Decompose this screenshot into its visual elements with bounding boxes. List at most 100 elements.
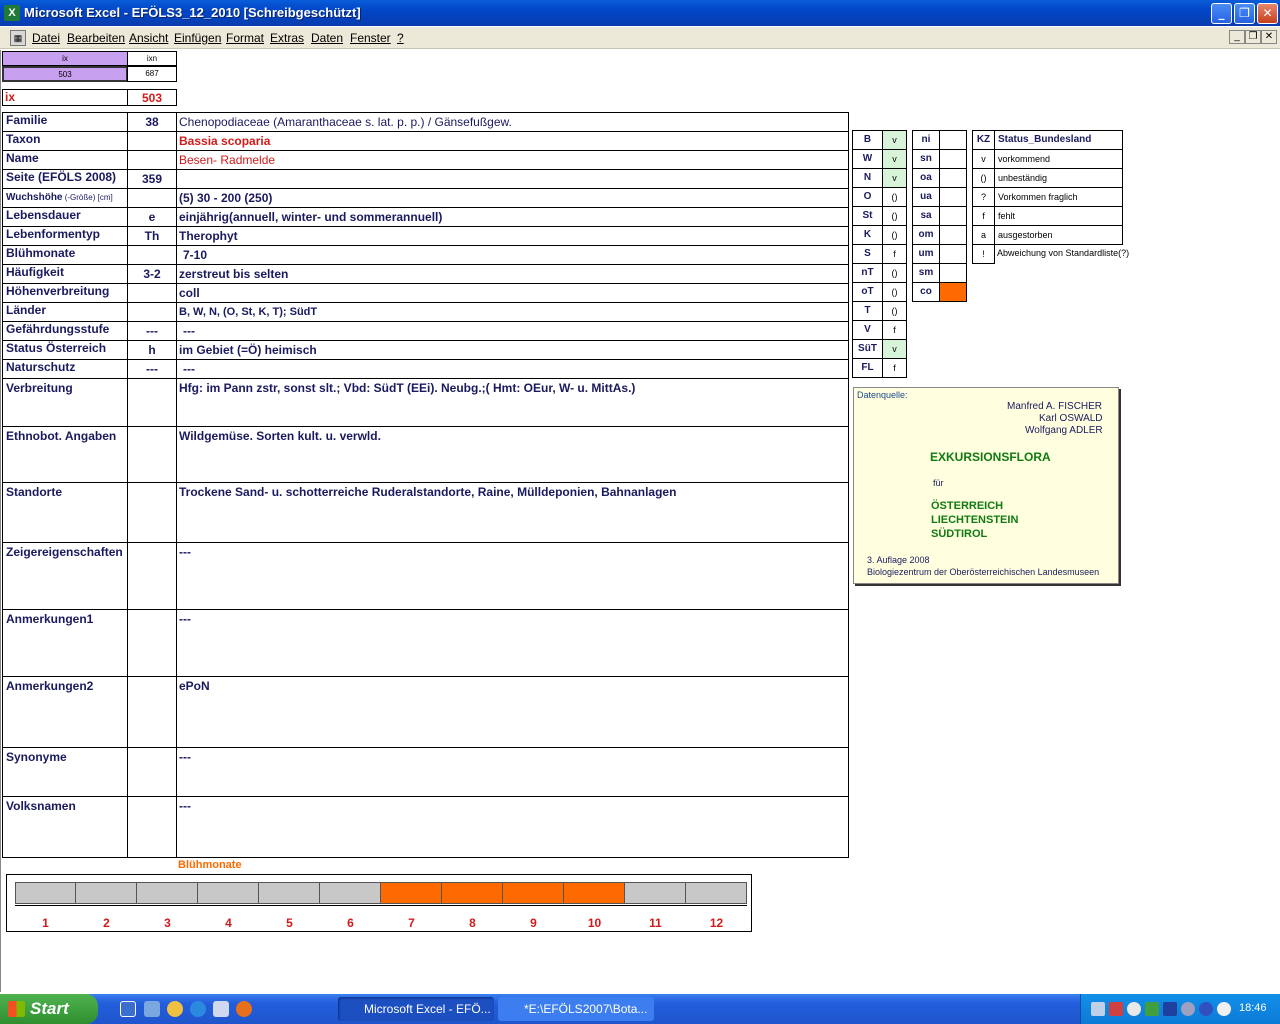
row-value-cell[interactable]: Therophyt	[176, 226, 849, 246]
altitude-status-cell[interactable]	[939, 168, 967, 188]
row-code-cell[interactable]	[127, 378, 177, 427]
row-code-cell[interactable]: ---	[127, 359, 177, 379]
start-button[interactable]: Start	[0, 994, 98, 1024]
quicklaunch-ie-icon[interactable]	[190, 1001, 206, 1017]
row-code-cell[interactable]	[127, 283, 177, 303]
quicklaunch-firefox-icon[interactable]	[236, 1001, 252, 1017]
row-value-cell[interactable]: coll	[176, 283, 849, 303]
tray-update-icon[interactable]	[1181, 1002, 1195, 1016]
state-status-cell[interactable]: f	[882, 358, 907, 378]
menu-extras[interactable]: Extras	[270, 31, 304, 45]
row-code-cell[interactable]	[127, 482, 177, 543]
row-code-cell[interactable]	[127, 609, 177, 677]
ix-big-value[interactable]: 503	[127, 89, 177, 106]
row-value-cell[interactable]: Bassia scoparia	[176, 131, 849, 151]
row-code-cell[interactable]	[127, 747, 177, 797]
tray-network-icon[interactable]	[1091, 1002, 1105, 1016]
tray-security-icon[interactable]	[1109, 1002, 1123, 1016]
state-status-cell[interactable]: ()	[882, 282, 907, 302]
state-status-cell[interactable]: v	[882, 130, 907, 150]
quicklaunch-desktop-icon[interactable]	[120, 1001, 136, 1017]
row-value-cell[interactable]: Hfg: im Pann zstr, sonst slt.; Vbd: SüdT…	[176, 378, 849, 427]
state-status-cell[interactable]: ()	[882, 263, 907, 283]
row-value-cell[interactable]: 7-10	[176, 245, 849, 265]
altitude-status-cell[interactable]	[939, 206, 967, 226]
tray-antivirus-icon[interactable]	[1163, 1002, 1177, 1016]
task-folder[interactable]: *E:\EFÖLS2007\Bota...	[498, 997, 654, 1021]
tray-shield-icon[interactable]	[1145, 1002, 1159, 1016]
altitude-status-cell[interactable]	[939, 130, 967, 150]
state-status-cell[interactable]: ()	[882, 187, 907, 207]
state-status-cell[interactable]: f	[882, 244, 907, 264]
altitude-status-cell[interactable]	[939, 244, 967, 264]
menu-fenster[interactable]: Fenster	[350, 31, 391, 45]
row-value-cell[interactable]: B, W, N, (O, St, K, T); SüdT	[176, 302, 849, 322]
minimize-button[interactable]: _	[1211, 3, 1232, 24]
row-value-cell[interactable]: Wildgemüse. Sorten kult. u. verwld.	[176, 426, 849, 483]
row-value-cell[interactable]: einjährig(annuell, winter- und sommerann…	[176, 207, 849, 227]
altitude-status-cell[interactable]	[939, 225, 967, 245]
row-value-cell[interactable]: Chenopodiaceae (Amaranthaceae s. lat. p.…	[176, 112, 849, 132]
tray-search-icon[interactable]	[1127, 1002, 1141, 1016]
altitude-status-cell[interactable]	[939, 263, 967, 283]
quicklaunch-explorer-icon[interactable]	[144, 1001, 160, 1017]
row-code-cell[interactable]: e	[127, 207, 177, 227]
row-code-cell[interactable]: 38	[127, 112, 177, 132]
row-value-cell[interactable]: Trockene Sand- u. schotterreiche Ruderal…	[176, 482, 849, 543]
row-code-cell[interactable]: 3-2	[127, 264, 177, 284]
ixn-value-cell[interactable]: 687	[127, 66, 177, 82]
row-code-cell[interactable]: ---	[127, 321, 177, 341]
state-status-cell[interactable]: ()	[882, 206, 907, 226]
row-code-cell[interactable]	[127, 302, 177, 322]
altitude-status-cell[interactable]	[939, 187, 967, 207]
state-status-cell[interactable]: ()	[882, 301, 907, 321]
state-status-cell[interactable]: v	[882, 168, 907, 188]
row-code-cell[interactable]	[127, 796, 177, 858]
tray-info-icon[interactable]	[1199, 1002, 1213, 1016]
doc-restore-button[interactable]: ❐	[1245, 30, 1261, 44]
row-value-cell[interactable]: ---	[176, 542, 849, 610]
row-value-cell[interactable]: ---	[176, 796, 849, 858]
task-excel[interactable]: Microsoft Excel - EFÖ...	[338, 997, 494, 1021]
row-value-cell[interactable]: zerstreut bis selten	[176, 264, 849, 284]
workbook-icon[interactable]: ▦	[10, 30, 26, 46]
state-status-cell[interactable]: v	[882, 339, 907, 359]
row-value-cell[interactable]: im Gebiet (=Ö) heimisch	[176, 340, 849, 360]
title-bar[interactable]: X Microsoft Excel - EFÖLS3_12_2010 [Schr…	[0, 0, 1280, 26]
menu-daten[interactable]: Daten	[311, 31, 343, 45]
row-value-cell[interactable]: ---	[176, 747, 849, 797]
menu-ansicht[interactable]: Ansicht	[129, 31, 168, 45]
altitude-status-cell[interactable]	[939, 282, 967, 302]
altitude-status-cell[interactable]	[939, 149, 967, 169]
menu-format[interactable]: Format	[226, 31, 264, 45]
row-code-cell[interactable]	[127, 131, 177, 151]
quicklaunch-mail-icon[interactable]	[213, 1001, 229, 1017]
row-value-cell[interactable]: (5) 30 - 200 (250)	[176, 188, 849, 208]
tray-language-icon[interactable]	[1217, 1002, 1231, 1016]
restore-button[interactable]: ❐	[1234, 3, 1255, 24]
menu-bearbeiten[interactable]: Bearbeiten	[67, 31, 125, 45]
state-status-cell[interactable]: v	[882, 149, 907, 169]
doc-minimize-button[interactable]: _	[1229, 30, 1245, 44]
doc-close-button[interactable]: ✕	[1261, 30, 1277, 44]
excel-app-icon[interactable]: X	[4, 5, 20, 21]
state-status-cell[interactable]: ()	[882, 225, 907, 245]
menu-help[interactable]: ?	[397, 31, 404, 45]
close-button[interactable]: ✕	[1257, 3, 1278, 24]
row-code-cell[interactable]	[127, 676, 177, 748]
row-code-cell[interactable]: h	[127, 340, 177, 360]
row-code-cell[interactable]	[127, 542, 177, 610]
row-code-cell[interactable]	[127, 188, 177, 208]
row-code-cell[interactable]	[127, 150, 177, 170]
ix-value-cell[interactable]: 503	[2, 66, 128, 82]
row-value-cell[interactable]: ---	[176, 359, 849, 379]
row-code-cell[interactable]: 359	[127, 169, 177, 189]
row-code-cell[interactable]: Th	[127, 226, 177, 246]
menu-datei[interactable]: Datei	[32, 31, 60, 45]
row-value-cell[interactable]: ---	[176, 609, 849, 677]
row-value-cell[interactable]	[176, 169, 849, 189]
worksheet[interactable]: ix ixn 503 687 ix 503 Familie 38 Chenopodi…	[0, 50, 1280, 992]
row-value-cell[interactable]: ePoN	[176, 676, 849, 748]
state-status-cell[interactable]: f	[882, 320, 907, 340]
row-code-cell[interactable]	[127, 245, 177, 265]
